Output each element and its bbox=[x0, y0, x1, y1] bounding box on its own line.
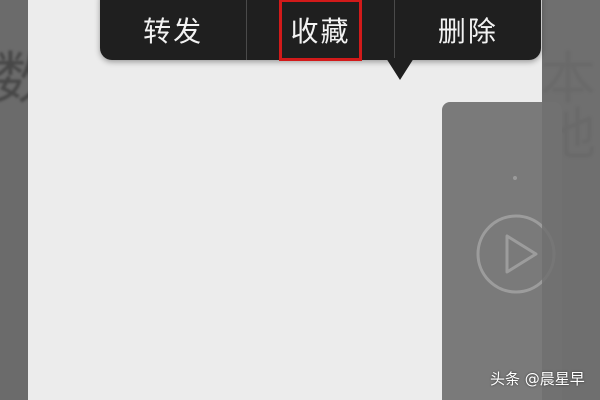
message-context-menu: 转发 收藏 删除 bbox=[100, 0, 541, 61]
menu-item-delete[interactable]: 删除 bbox=[395, 0, 541, 60]
outer-background-strip bbox=[542, 0, 600, 400]
menu-pointer-arrow bbox=[386, 58, 414, 80]
menu-item-label: 删除 bbox=[437, 15, 498, 48]
watermark: 头条 @晨星早 bbox=[490, 370, 585, 388]
menu-item-forward[interactable]: 转发 bbox=[100, 0, 246, 60]
video-indicator-dot bbox=[513, 176, 517, 180]
menu-item-favorite[interactable]: 收藏 bbox=[247, 0, 393, 61]
menu-item-label: 转发 bbox=[143, 15, 204, 48]
menu-item-label: 收藏 bbox=[279, 0, 362, 61]
screenshot: 数亻 本地 转发 收藏 删除 头条 @晨星早 bbox=[0, 0, 600, 400]
